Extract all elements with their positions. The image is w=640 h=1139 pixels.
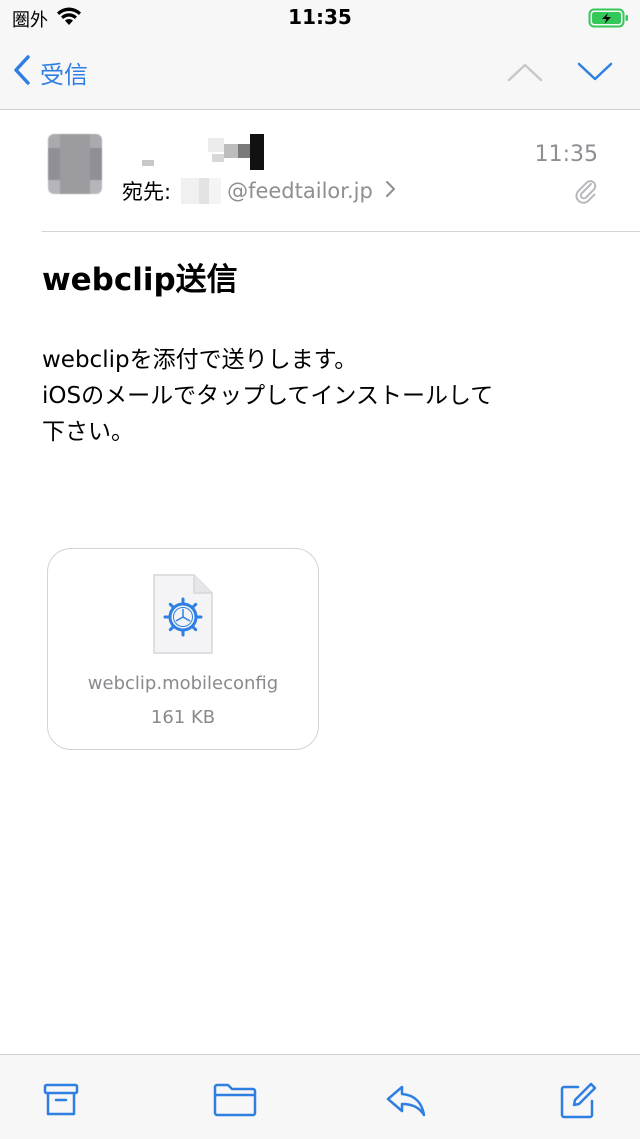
chevron-right-icon <box>385 179 397 204</box>
message-subject: webclip送信 <box>42 262 238 298</box>
to-label: 宛先: <box>122 180 172 204</box>
status-bar: 圏外 11:35 <box>0 0 640 36</box>
sender-name-redacted[interactable] <box>140 134 270 170</box>
bottom-toolbar <box>0 1054 640 1139</box>
reply-icon[interactable] <box>384 1081 428 1123</box>
recipient-name-redacted <box>181 178 222 204</box>
recipient-row[interactable]: 宛先: @feedtailor.jp <box>122 176 397 206</box>
header-divider <box>42 231 640 232</box>
recipient-address: @feedtailor.jp <box>227 179 373 203</box>
paperclip-icon <box>574 178 598 208</box>
next-message-button[interactable] <box>576 60 614 88</box>
status-clock: 11:35 <box>288 5 352 29</box>
battery-charging-icon <box>588 6 630 34</box>
message-body: webclipを添付で送りします。 iOSのメールでタップしてインストールして … <box>42 342 602 450</box>
archive-icon[interactable] <box>42 1081 80 1123</box>
chevron-down-icon <box>576 62 614 88</box>
body-line: webclipを添付で送りします。 <box>42 347 358 373</box>
attachment-filename: webclip.mobileconfig <box>87 673 279 694</box>
chevron-left-icon <box>12 54 32 90</box>
folder-icon[interactable] <box>212 1081 258 1123</box>
back-button[interactable]: 受信 <box>12 54 88 90</box>
nav-bar: 受信 <box>0 36 640 110</box>
body-line: iOSのメールでタップしてインストールして <box>42 383 494 409</box>
back-label: 受信 <box>40 60 88 89</box>
attachment-size: 161 KB <box>150 707 216 728</box>
chevron-up-icon <box>506 63 544 88</box>
compose-icon[interactable] <box>558 1081 598 1125</box>
settings-gear-file-icon <box>152 573 214 659</box>
previous-message-button[interactable] <box>506 60 544 88</box>
message-time: 11:35 <box>534 142 598 167</box>
avatar[interactable] <box>48 134 102 194</box>
attachment-card[interactable]: webclip.mobileconfig 161 KB <box>47 548 319 750</box>
body-line: 下さい。 <box>42 419 134 445</box>
